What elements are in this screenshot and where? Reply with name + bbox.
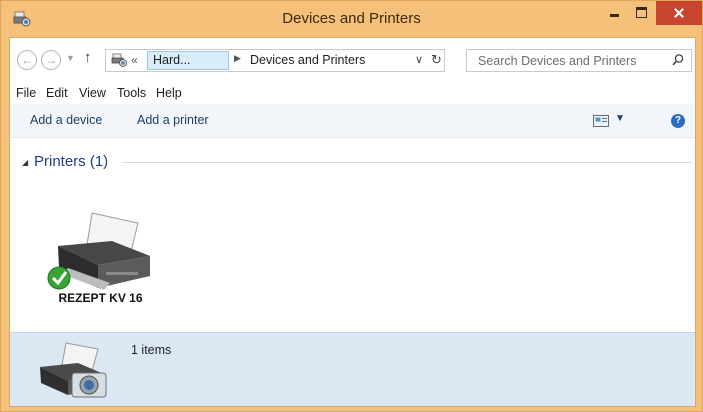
devices-printers-location-icon [111,53,127,67]
printer-name: REZEPT KV 16 [58,291,143,305]
address-dropdown-icon[interactable]: ∨ [415,53,423,66]
change-view-icon[interactable] [593,115,609,127]
address-bar[interactable]: « Hard... ▶ Devices and Printers ∨ ↻ [105,49,445,72]
client-area: ← → ▼ ↑ « Hard... ▶ Devices and Printers [9,37,696,407]
search-icon[interactable] [671,53,685,67]
group-divider [122,162,692,163]
minimize-button[interactable] [601,1,627,25]
add-printer-button[interactable]: Add a printer [137,113,209,127]
search-placeholder: Search Devices and Printers [478,54,637,68]
printer-icon [47,212,150,290]
maximize-button[interactable] [628,1,654,25]
breadcrumb-hardware[interactable]: Hard... [153,53,191,67]
menu-bar: File Edit View Tools Help [10,82,695,104]
up-button[interactable]: ↑ [84,49,92,66]
printer-item[interactable]: REZEPT KV 16 [38,200,150,310]
add-device-button[interactable]: Add a device [30,113,102,127]
overflow-chevron-icon[interactable]: « [131,53,138,67]
command-bar: Add a device Add a printer ▼ ? [10,104,695,138]
item-count: 1 items [131,343,172,357]
close-button[interactable] [656,1,702,25]
breadcrumb-devices-printers[interactable]: Devices and Printers [250,53,365,67]
arrow-right-icon: → [45,53,57,67]
arrow-left-icon: ← [21,53,33,67]
refresh-icon[interactable]: ↻ [431,52,442,68]
menu-edit[interactable]: Edit [46,86,68,100]
navigation-row: ← → ▼ ↑ « Hard... ▶ Devices and Printers [10,38,695,82]
menu-view[interactable]: View [79,86,106,100]
menu-help[interactable]: Help [156,86,182,100]
menu-file[interactable]: File [16,86,36,100]
group-header-printers[interactable]: Printers (1) [34,153,108,170]
printer-camera-icon [40,342,107,398]
search-box[interactable]: Search Devices and Printers [466,49,692,72]
menu-tools[interactable]: Tools [117,86,146,100]
help-icon[interactable]: ? [671,114,685,128]
group-collapse-icon[interactable]: ◢ [22,158,28,167]
breadcrumb-separator-icon[interactable]: ▶ [234,53,241,64]
window-title: Devices and Printers [282,10,421,27]
view-options-dropdown-icon[interactable]: ▼ [615,113,625,124]
title-bar[interactable]: Devices and Printers [1,1,702,37]
recent-locations-button[interactable]: ▼ [66,53,75,63]
back-button[interactable]: ← [17,50,37,70]
devices-and-printers-window: Devices and Printers ← → ▼ ↑ « Hard... ▶… [0,0,703,412]
details-pane: 1 items [10,332,695,406]
devices-content-area: ◢ Printers (1) REZEPT KV 16 [10,138,695,332]
forward-button[interactable]: → [41,50,61,70]
